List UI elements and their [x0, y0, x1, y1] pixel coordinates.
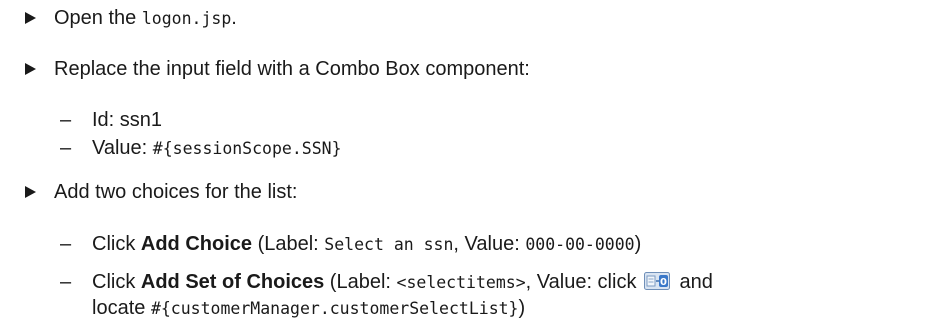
code-zero-ssn: 000-00-0000 — [525, 235, 635, 254]
prop-value: Value: #{sessionScope.SSN} — [92, 137, 342, 159]
svg-text:0: 0 — [660, 277, 667, 288]
choice-add-set-line2: locate #{customerManager.customerSelectL… — [92, 297, 526, 319]
add-set-of-choices-label: Add Set of Choices — [140, 271, 325, 293]
prop-id: Id: ssn1 — [92, 109, 163, 131]
code-logon-jsp: logon.jsp — [141, 9, 232, 28]
step-open-logon: Open the logon.jsp. — [54, 7, 237, 29]
triangle-bullet-icon — [25, 12, 36, 24]
dash-bullet: – — [60, 271, 72, 293]
dash-bullet: – — [60, 109, 72, 131]
triangle-bullet-icon — [25, 63, 36, 75]
step-add-choices: Add two choices for the list: — [54, 181, 298, 203]
databind-icon[interactable]: 0 — [644, 272, 670, 290]
code-session-ssn: #{sessionScope.SSN} — [152, 139, 342, 158]
add-choice-label: Add Choice — [140, 233, 253, 255]
code-select-an-ssn: Select an ssn — [324, 235, 454, 254]
choice-add-set-of-choices: Click Add Set of Choices (Label: <select… — [92, 271, 713, 293]
step-replace-input: Replace the input field with a Combo Box… — [54, 58, 530, 80]
dash-bullet: – — [60, 137, 72, 159]
code-selectitems: <selectitems> — [396, 273, 526, 292]
code-customer-select-list: #{customerManager.customerSelectList} — [150, 299, 519, 318]
choice-add-choice: Click Add Choice (Label: Select an ssn, … — [92, 233, 642, 255]
dash-bullet: – — [60, 233, 72, 255]
triangle-bullet-icon — [25, 186, 36, 198]
